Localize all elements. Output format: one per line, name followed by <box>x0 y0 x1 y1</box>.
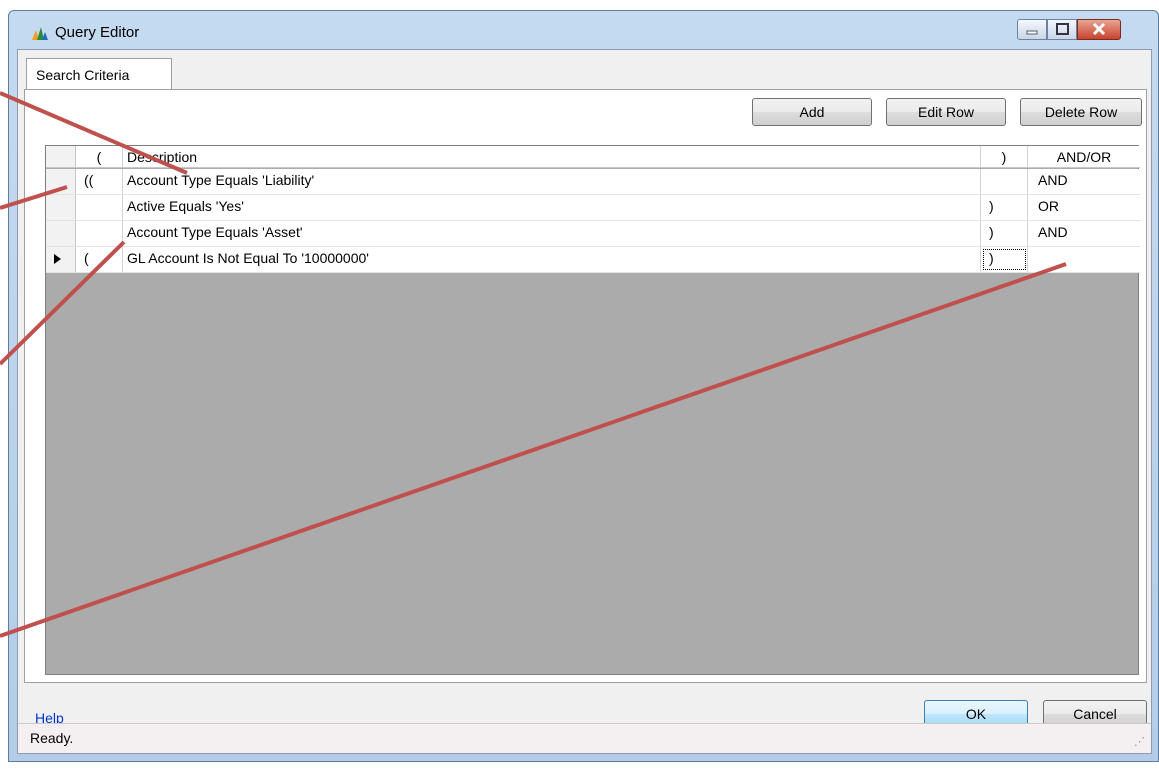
tab-search-criteria[interactable]: Search Criteria <box>26 58 172 90</box>
header-and-or[interactable]: AND/OR <box>1028 146 1140 167</box>
header-close-paren[interactable]: ) <box>981 146 1028 167</box>
description-cell[interactable]: GL Account Is Not Equal To '10000000' <box>123 247 981 272</box>
add-button[interactable]: Add <box>752 98 872 126</box>
open-paren-cell[interactable]: (( <box>76 169 123 194</box>
window-title: Query Editor <box>55 24 140 41</box>
title-bar[interactable]: Query Editor <box>9 11 1158 51</box>
table-row[interactable]: Account Type Equals 'Asset' ) AND <box>46 221 1140 247</box>
delete-row-button[interactable]: Delete Row <box>1020 98 1142 126</box>
row-header-corner <box>46 146 76 167</box>
description-cell[interactable]: Account Type Equals 'Asset' <box>123 221 981 246</box>
minimize-button[interactable] <box>1017 19 1047 40</box>
table-row[interactable]: Active Equals 'Yes' ) OR <box>46 195 1140 221</box>
table-row[interactable]: (( Account Type Equals 'Liability' AND <box>46 169 1140 195</box>
current-row-pointer-icon <box>54 254 61 264</box>
close-paren-cell[interactable]: ) <box>981 247 1028 272</box>
query-editor-window: Query Editor Search Criteria Add Edit Ro… <box>8 10 1159 762</box>
app-logo-icon <box>32 27 48 40</box>
close-button[interactable] <box>1077 19 1121 40</box>
table-row[interactable]: ( GL Account Is Not Equal To '10000000' … <box>46 247 1140 273</box>
status-bar: Ready. ⋰ <box>18 723 1151 753</box>
client-area: Search Criteria Add Edit Row Delete Row … <box>17 49 1152 754</box>
header-description[interactable]: Description <box>123 146 981 167</box>
maximize-icon <box>1056 23 1069 35</box>
status-text: Ready. <box>30 730 74 746</box>
description-cell[interactable]: Active Equals 'Yes' <box>123 195 981 220</box>
edit-row-button[interactable]: Edit Row <box>886 98 1006 126</box>
description-cell[interactable]: Account Type Equals 'Liability' <box>123 169 981 194</box>
open-paren-cell[interactable] <box>76 221 123 246</box>
and-or-cell[interactable]: AND <box>1028 221 1140 246</box>
open-paren-cell[interactable] <box>76 195 123 220</box>
close-paren-cell[interactable]: ) <box>981 221 1028 246</box>
row-header[interactable] <box>46 195 76 220</box>
and-or-cell[interactable]: AND <box>1028 169 1140 194</box>
open-paren-cell[interactable]: ( <box>76 247 123 272</box>
row-header[interactable] <box>46 221 76 246</box>
grid-header-row: ( Description ) AND/OR <box>46 146 1140 168</box>
close-icon <box>1092 22 1106 36</box>
close-paren-cell[interactable]: ) <box>981 195 1028 220</box>
and-or-cell[interactable] <box>1028 247 1140 272</box>
row-header[interactable] <box>46 247 76 272</box>
row-header[interactable] <box>46 169 76 194</box>
header-open-paren[interactable]: ( <box>76 146 123 167</box>
close-paren-cell[interactable] <box>981 169 1028 194</box>
and-or-cell[interactable]: OR <box>1028 195 1140 220</box>
criteria-grid[interactable]: ( Description ) AND/OR (( Account Type E… <box>45 145 1140 675</box>
maximize-button[interactable] <box>1047 19 1077 40</box>
minimize-icon <box>1026 30 1038 35</box>
resize-grip-icon[interactable]: ⋰ <box>1134 735 1145 748</box>
